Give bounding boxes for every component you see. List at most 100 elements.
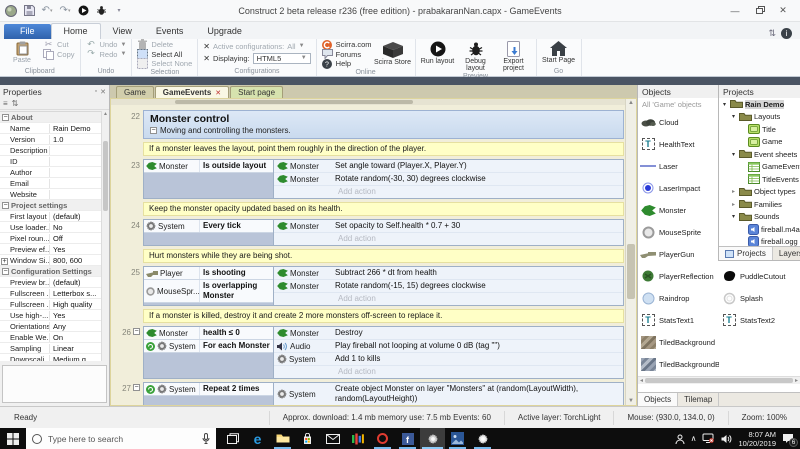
scroll-left-icon[interactable]: ◂ <box>640 377 643 384</box>
facebook-taskbar-button[interactable]: f <box>395 428 420 449</box>
opera-taskbar-button[interactable] <box>370 428 395 449</box>
horizontal-scrollbar[interactable] <box>111 99 625 105</box>
run-layout-button[interactable]: Run layout <box>419 40 457 65</box>
info-icon[interactable]: i <box>781 28 792 39</box>
add-action-link[interactable]: Add action <box>274 233 623 245</box>
taskbar-clock[interactable]: 8:07 AM 10/20/2019 <box>738 430 776 448</box>
restore-button[interactable] <box>748 3 770 19</box>
tree-item-sounds[interactable]: ▾ Sounds <box>719 211 800 224</box>
condition-cell[interactable]: Monster health ≤ 0 <box>144 327 273 340</box>
property-value[interactable]: Linear <box>50 344 101 353</box>
object-item-mousesprite[interactable]: MouseSprite <box>638 221 719 243</box>
tray-expand-icon[interactable]: ∧ <box>691 434 697 443</box>
scirra-store-button[interactable]: Scirra Store <box>374 40 412 66</box>
forums-button[interactable]: Forums <box>320 49 374 60</box>
people-icon[interactable] <box>675 434 685 444</box>
action-row[interactable]: Monster Set opacity to Self.health * 0.7 … <box>274 220 623 233</box>
ribbon-tab-home[interactable]: Home <box>50 23 101 39</box>
scroll-up-icon[interactable]: ▲ <box>103 111 108 117</box>
event-comment[interactable]: If a monster is killed, destroy it and c… <box>143 309 624 323</box>
property-value[interactable]: Any <box>50 322 101 331</box>
collapse-icon[interactable]: − <box>2 267 9 275</box>
property-value[interactable]: Off <box>50 234 101 243</box>
close-button[interactable]: ✕ <box>772 3 794 19</box>
object-item-raindrop[interactable]: Raindrop <box>638 287 719 309</box>
tree-item-object-types[interactable]: ▸ Object types <box>719 186 800 199</box>
tab-gameevents[interactable]: GameEvents ✕ <box>154 86 230 98</box>
object-item-playerreflection[interactable]: PlayerReflection <box>638 265 719 287</box>
property-value[interactable]: 1.0 <box>50 135 101 144</box>
object-item-tiledbackgroundblue[interactable]: TiledBackgroundBlue <box>638 353 719 375</box>
action-row[interactable]: Monster Rotate random(-15, 15) degrees cl… <box>274 280 623 293</box>
action-row[interactable]: Monster Destroy <box>274 327 623 340</box>
ribbon-tab-events[interactable]: Events <box>144 24 196 39</box>
vscroll-thumb[interactable] <box>627 244 635 299</box>
object-item-cloud[interactable]: Cloud <box>638 111 719 133</box>
event-comment[interactable]: If a monster leaves the layout, point th… <box>143 142 624 156</box>
property-value[interactable]: (default) <box>50 212 101 221</box>
undo-icon[interactable]: ↶ ▾ <box>40 4 54 18</box>
network-icon[interactable] <box>702 433 715 444</box>
minimize-button[interactable]: — <box>724 3 746 19</box>
construct2-taskbar-button[interactable] <box>420 428 445 449</box>
copy-button[interactable]: Copy <box>41 48 77 60</box>
photos-taskbar-button[interactable] <box>445 428 470 449</box>
tab-game[interactable]: Game <box>116 86 154 98</box>
object-item-statstext1[interactable]: T StatsText1 <box>638 309 719 331</box>
condition-cell[interactable]: System For each Monster <box>144 340 273 353</box>
start-button[interactable] <box>0 428 26 449</box>
redo-icon[interactable]: ↷ ▾ <box>58 4 72 18</box>
collapse-group-icon[interactable]: − <box>150 127 157 134</box>
object-item-statstext2[interactable]: T StatsText2 <box>719 309 800 331</box>
tree-item-rain-demo[interactable]: ▾ Rain Demo <box>719 98 800 111</box>
edge-taskbar-button[interactable]: e <box>245 428 270 449</box>
c2-logo-icon[interactable] <box>4 4 18 18</box>
tree-item-event-sheets[interactable]: ▾ Event sheets <box>719 148 800 161</box>
start-page-button[interactable]: Start Page <box>540 40 578 64</box>
tab-layers[interactable]: Layers <box>773 247 800 260</box>
expanded-arrow-icon[interactable]: ▾ <box>721 101 728 108</box>
explorer-taskbar-button[interactable] <box>270 428 295 449</box>
tree-item-titleevents[interactable]: TitleEvents <box>719 173 800 186</box>
property-value[interactable]: 800, 600 <box>50 256 101 265</box>
condition-cell[interactable]: System Every tick <box>144 220 273 233</box>
object-item-playergun[interactable]: PlayerGun <box>638 243 719 265</box>
condition-cell[interactable]: Player Is shooting <box>144 267 273 280</box>
vertical-scrollbar[interactable]: ▲ ▼ <box>625 99 636 405</box>
expand-icon[interactable]: + <box>1 257 8 265</box>
close-tab-icon[interactable]: ✕ <box>215 89 221 97</box>
collapsed-arrow-icon[interactable]: ▸ <box>730 188 737 195</box>
tab-tilemap[interactable]: Tilemap <box>678 393 720 406</box>
collapse-icon[interactable]: − <box>2 201 9 209</box>
tree-item-gameevents[interactable]: GameEvents <box>719 161 800 174</box>
hscroll-thumb[interactable] <box>645 378 793 383</box>
property-value[interactable]: Yes <box>50 245 101 254</box>
displaying-dropdown[interactable]: ✕ Displaying: HTML5 ▼ <box>201 52 312 64</box>
debug-icon[interactable] <box>94 4 108 18</box>
help-button[interactable]: ? Help <box>320 58 374 69</box>
tree-item-fireball-m4a[interactable]: fireball.m4a <box>719 223 800 236</box>
collapse-event-icon[interactable]: − <box>133 384 140 391</box>
scroll-down-icon[interactable]: ▼ <box>626 398 636 404</box>
sort-az-icon[interactable]: ⇅ <box>12 99 19 108</box>
tab-objects[interactable]: Objects <box>638 393 679 406</box>
hscroll-thumb[interactable] <box>175 100 413 104</box>
expanded-arrow-icon[interactable]: ▾ <box>730 113 737 120</box>
object-item-puddlecutout[interactable]: PuddleCutout <box>719 265 800 287</box>
action-row[interactable]: Monster Rotate random(-30, 30) degrees cl… <box>274 173 623 186</box>
tab-start-page[interactable]: Start page <box>230 86 284 98</box>
debug-layout-button[interactable]: Debug layout <box>457 40 495 73</box>
config-value-select[interactable]: HTML5 ▼ <box>252 52 311 64</box>
property-value[interactable]: (default) <box>50 278 101 287</box>
object-item-laser[interactable]: Laser <box>638 155 719 177</box>
scirra.com-button[interactable]: Scirra.com <box>320 39 374 50</box>
colorbars-taskbar-button[interactable] <box>345 428 370 449</box>
close-panel-icon[interactable]: ✕ <box>100 88 106 96</box>
tree-item-game[interactable]: Game <box>719 136 800 149</box>
settings-taskbar-button[interactable] <box>470 428 495 449</box>
tab-projects[interactable]: Projects <box>719 247 773 260</box>
add-action-link[interactable]: Add action <box>274 186 623 198</box>
action-center-icon[interactable]: 6 <box>782 433 798 447</box>
property-value[interactable]: No <box>50 223 101 232</box>
object-item-splash[interactable]: Splash <box>719 287 800 309</box>
